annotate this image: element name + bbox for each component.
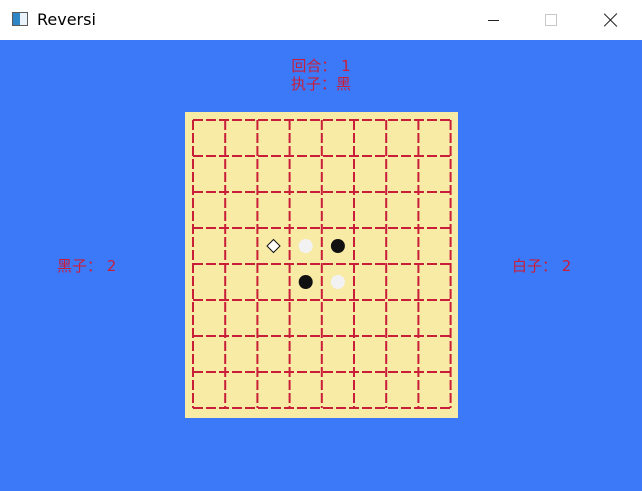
board-cell[interactable] [322,156,354,192]
board-cell[interactable] [386,372,418,408]
board-cell[interactable] [322,336,354,372]
close-button[interactable] [588,0,634,40]
board-cell[interactable] [193,228,225,264]
board-cell[interactable] [418,192,450,228]
board-cell[interactable] [386,300,418,336]
board-cell[interactable] [322,192,354,228]
board-cell[interactable] [386,156,418,192]
board-cell[interactable] [290,300,322,336]
board-cell[interactable] [354,228,386,264]
board-cell[interactable] [418,156,450,192]
board-cell[interactable] [386,192,418,228]
board-cell[interactable] [418,336,450,372]
board-cell[interactable] [193,192,225,228]
board-cell[interactable] [193,372,225,408]
window-title: Reversi [37,10,96,29]
board-cell[interactable] [290,372,322,408]
board-cell[interactable] [354,336,386,372]
board-cell[interactable] [193,264,225,300]
board-cell[interactable] [193,336,225,372]
board-cell[interactable] [225,156,257,192]
board-cell[interactable] [386,336,418,372]
maximize-icon [545,14,557,26]
minimize-icon [487,19,499,21]
board-cell[interactable] [225,264,257,300]
board-cell[interactable] [354,264,386,300]
round-label: 回合： 1 [291,57,351,75]
board-cell[interactable] [257,300,289,336]
board-grid [192,119,452,409]
board-cell[interactable] [257,372,289,408]
white-piece [330,275,345,289]
board-cell[interactable] [225,372,257,408]
board-cell[interactable] [322,120,354,156]
board-cell[interactable] [386,264,418,300]
board-cell[interactable] [354,192,386,228]
turn-label: 执子：黑 [290,75,351,93]
game-board[interactable] [185,112,458,418]
black-piece [330,239,345,253]
reversi-window: Reversi 回合： 1 执子：黑 黑子： 2 白子： 2 [0,0,642,491]
maximize-button[interactable] [528,0,574,40]
board-cell[interactable] [290,120,322,156]
board-cell[interactable] [290,192,322,228]
board-cell[interactable] [225,120,257,156]
white-piece [298,239,313,253]
board-cell[interactable] [354,156,386,192]
board-cell[interactable] [193,300,225,336]
board-cell[interactable] [386,120,418,156]
board-cell[interactable] [418,228,450,264]
board-cell[interactable] [225,336,257,372]
board-cell[interactable] [257,120,289,156]
board-cell[interactable] [354,120,386,156]
board-cell[interactable] [418,264,450,300]
board-cell[interactable] [193,120,225,156]
board-cell[interactable] [290,336,322,372]
board-cell[interactable] [418,120,450,156]
board-cell[interactable] [386,228,418,264]
board-cell[interactable] [257,336,289,372]
title-bar[interactable]: Reversi [0,0,642,41]
board-cell[interactable] [322,372,354,408]
black-piece [298,275,313,289]
board-cell[interactable] [225,300,257,336]
minimize-button[interactable] [470,0,516,40]
game-area: 回合： 1 执子：黑 黑子： 2 白子： 2 [0,40,642,491]
board-cell[interactable] [225,228,257,264]
board-cell[interactable] [257,156,289,192]
board-cell[interactable] [257,192,289,228]
board-cell[interactable] [354,300,386,336]
board-cell[interactable] [225,192,257,228]
app-icon [12,12,28,26]
board-cell[interactable] [257,264,289,300]
white-score: 白子： 2 [512,257,572,275]
board-cell[interactable] [290,156,322,192]
board-cell[interactable] [322,300,354,336]
board-cell[interactable] [418,300,450,336]
board-cell[interactable] [418,372,450,408]
black-score: 黑子： 2 [57,257,117,275]
close-icon [604,13,618,27]
board-cell[interactable] [354,372,386,408]
board-cell[interactable] [193,156,225,192]
